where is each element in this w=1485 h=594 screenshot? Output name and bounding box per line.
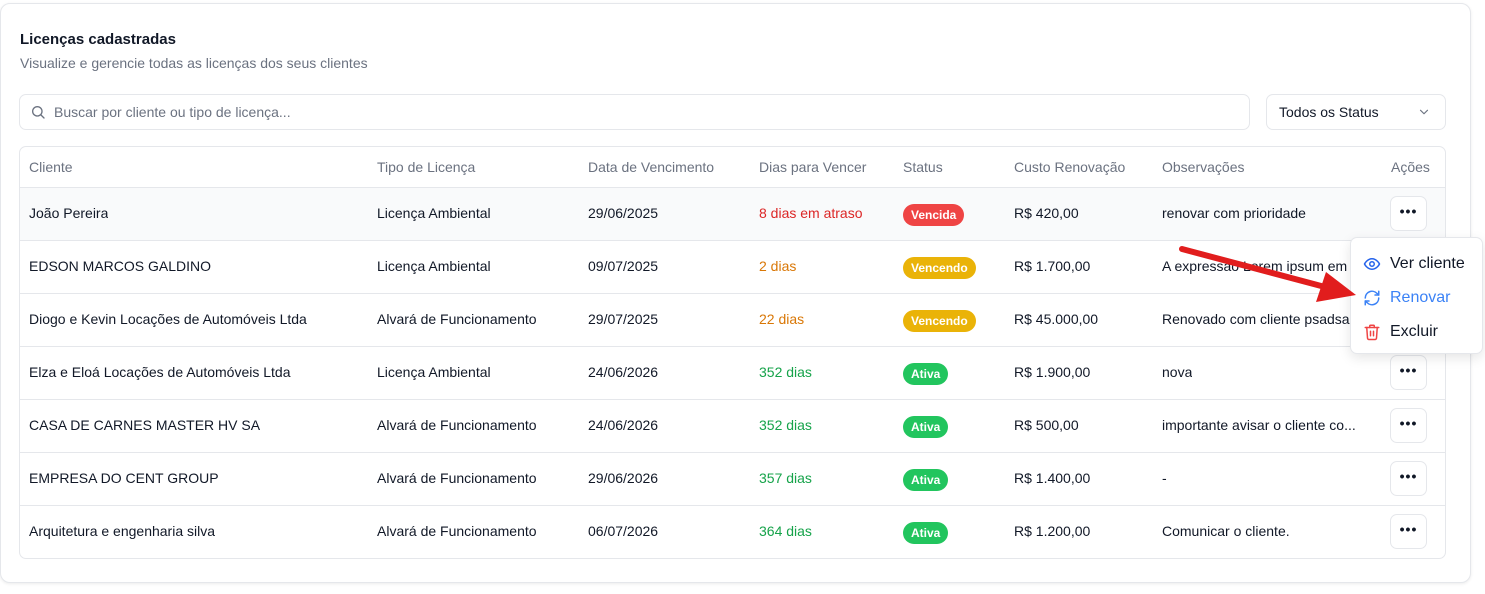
cell-observacoes: Renovado com cliente psadsa — [1162, 311, 1350, 327]
table-row[interactable]: Arquitetura e engenharia silva Alvará de… — [20, 506, 1445, 558]
status-badge: Ativa — [903, 416, 949, 438]
status-badge: Vencendo — [903, 310, 976, 332]
cell-observacoes: A expressão Lorem ipsum em — [1162, 258, 1348, 274]
table-row[interactable]: João Pereira Licença Ambiental 29/06/202… — [20, 188, 1445, 241]
cell-tipo: Licença Ambiental — [377, 205, 491, 221]
cell-tipo: Alvará de Funcionamento — [377, 417, 537, 433]
cell-vencimento: 29/06/2026 — [588, 470, 659, 486]
more-horizontal-icon: ••• — [1399, 362, 1418, 378]
cell-dias: 22 dias — [759, 311, 805, 327]
cell-observacoes: nova — [1162, 364, 1193, 380]
cell-cliente: EDSON MARCOS GALDINO — [29, 258, 212, 274]
row-actions-button[interactable]: ••• — [1390, 514, 1427, 549]
cell-observacoes: Comunicar o cliente. — [1162, 523, 1290, 539]
row-actions-menu: Ver cliente Renovar Excluir — [1350, 237, 1483, 354]
more-horizontal-icon: ••• — [1399, 203, 1418, 219]
licenses-table: Cliente Tipo de Licença Data de Vencimen… — [19, 146, 1446, 559]
menu-item-label: Ver cliente — [1390, 255, 1465, 272]
cell-custo: R$ 1.200,00 — [1014, 523, 1091, 539]
status-filter-value: Todos os Status — [1279, 104, 1379, 120]
cell-dias: 352 dias — [759, 417, 812, 433]
status-filter-select[interactable]: Todos os Status — [1266, 94, 1446, 130]
cell-tipo: Licença Ambiental — [377, 364, 491, 380]
cell-observacoes: importante avisar o cliente co... — [1162, 417, 1356, 433]
menu-item-excluir[interactable]: Excluir — [1363, 320, 1438, 344]
cell-cliente: CASA DE CARNES MASTER HV SA — [29, 417, 261, 433]
status-badge: Ativa — [903, 469, 949, 491]
menu-item-label: Excluir — [1390, 323, 1439, 340]
page-title: Licenças cadastradas — [20, 31, 176, 48]
status-badge: Ativa — [903, 522, 949, 544]
cell-cliente: Diogo e Kevin Locações de Automóveis Ltd… — [29, 311, 307, 327]
table-row[interactable]: Diogo e Kevin Locações de Automóveis Ltd… — [20, 294, 1445, 347]
cell-custo: R$ 1.400,00 — [1014, 470, 1091, 486]
cell-custo: R$ 45.000,00 — [1014, 311, 1099, 327]
column-header-custo: Custo Renovação — [1014, 159, 1126, 175]
column-header-dias: Dias para Vencer — [759, 159, 867, 175]
column-header-acoes: Ações — [1391, 159, 1430, 175]
cell-observacoes: - — [1162, 470, 1167, 486]
column-header-vencimento: Data de Vencimento — [588, 159, 715, 175]
cell-tipo: Alvará de Funcionamento — [377, 470, 537, 486]
cell-custo: R$ 500,00 — [1014, 417, 1079, 433]
cell-vencimento: 29/06/2025 — [588, 205, 659, 221]
cell-tipo: Alvará de Funcionamento — [377, 311, 537, 327]
cell-custo: R$ 420,00 — [1014, 205, 1079, 221]
cell-dias: 352 dias — [759, 364, 812, 380]
page-subtitle: Visualize e gerencie todas as licenças d… — [20, 55, 368, 71]
row-actions-button[interactable]: ••• — [1390, 461, 1427, 496]
table-row[interactable]: EMPRESA DO CENT GROUP Alvará de Funciona… — [20, 453, 1445, 506]
cell-cliente: EMPRESA DO CENT GROUP — [29, 470, 219, 486]
row-actions-button[interactable]: ••• — [1390, 196, 1427, 231]
table-row[interactable]: CASA DE CARNES MASTER HV SA Alvará de Fu… — [20, 400, 1445, 453]
cell-vencimento: 24/06/2026 — [588, 417, 659, 433]
table-row[interactable]: EDSON MARCOS GALDINO Licença Ambiental 0… — [20, 241, 1445, 294]
column-header-cliente: Cliente — [29, 159, 73, 175]
eye-icon — [1363, 258, 1381, 270]
more-horizontal-icon: ••• — [1399, 468, 1418, 484]
cell-vencimento: 09/07/2025 — [588, 258, 659, 274]
cell-dias: 8 dias em atraso — [759, 205, 863, 221]
cell-cliente: Elza e Eloá Locações de Automóveis Ltda — [29, 364, 291, 380]
refresh-icon — [1364, 290, 1380, 306]
cell-observacoes: renovar com prioridade — [1162, 205, 1306, 221]
cell-dias: 2 dias — [759, 258, 797, 274]
cell-dias: 357 dias — [759, 470, 812, 486]
column-header-observacoes: Observações — [1162, 159, 1245, 175]
cell-cliente: João Pereira — [29, 205, 109, 221]
column-header-status: Status — [903, 159, 943, 175]
cell-custo: R$ 1.900,00 — [1014, 364, 1091, 380]
search-box[interactable] — [19, 94, 1250, 130]
row-actions-button[interactable]: ••• — [1390, 408, 1427, 443]
more-horizontal-icon: ••• — [1399, 521, 1418, 537]
chevron-down-icon — [1419, 109, 1429, 115]
cell-tipo: Licença Ambiental — [377, 258, 491, 274]
cell-dias: 364 dias — [759, 523, 812, 539]
row-actions-button[interactable]: ••• — [1390, 355, 1427, 390]
cell-custo: R$ 1.700,00 — [1014, 258, 1091, 274]
menu-item-label: Renovar — [1390, 289, 1451, 306]
cell-tipo: Alvará de Funcionamento — [377, 523, 537, 539]
status-badge: Vencida — [903, 204, 965, 226]
menu-item-renovar[interactable]: Renovar — [1363, 286, 1450, 310]
trash-icon — [1364, 324, 1380, 341]
more-horizontal-icon: ••• — [1399, 415, 1418, 431]
menu-item-ver-cliente[interactable]: Ver cliente — [1363, 252, 1465, 276]
search-icon — [32, 106, 45, 119]
cell-vencimento: 24/06/2026 — [588, 364, 659, 380]
search-input[interactable] — [54, 104, 1204, 120]
cell-cliente: Arquitetura e engenharia silva — [29, 523, 216, 539]
column-header-tipo: Tipo de Licença — [377, 159, 476, 175]
status-badge: Vencendo — [903, 257, 976, 279]
table-row[interactable]: Elza e Eloá Locações de Automóveis Ltda … — [20, 347, 1445, 400]
cell-vencimento: 29/07/2025 — [588, 311, 659, 327]
cell-vencimento: 06/07/2026 — [588, 523, 659, 539]
status-badge: Ativa — [903, 363, 949, 385]
table-header: Cliente Tipo de Licença Data de Vencimen… — [20, 147, 1445, 188]
